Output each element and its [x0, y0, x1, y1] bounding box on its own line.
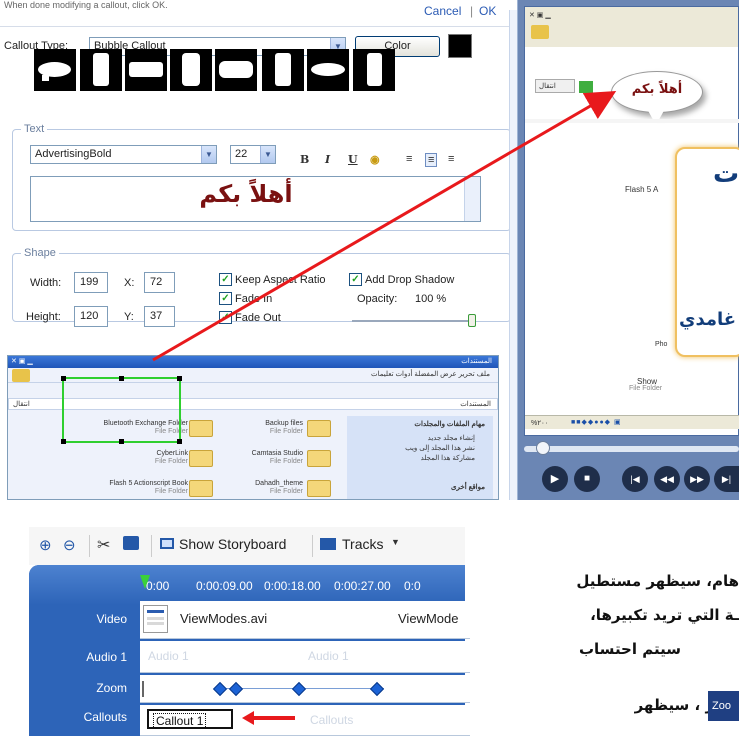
timecode: 0:00:27.00	[334, 579, 391, 593]
zoom-out-icon[interactable]: ⊖	[63, 536, 76, 554]
chevron-down-icon[interactable]: ▼	[391, 537, 400, 547]
timecode: 0:0	[404, 579, 421, 593]
zoom-keyframe[interactable]	[228, 681, 244, 697]
show-storyboard-button[interactable]: Show Storyboard	[179, 536, 286, 552]
video-track[interactable]: ViewModes.avi ViewMode	[140, 601, 470, 639]
callout-clip-label: Callout 1	[153, 713, 207, 729]
zoom-keyframe[interactable]	[369, 681, 385, 697]
tutorial-line-1: هام، سيظهر مستطيل	[576, 572, 739, 590]
storyboard-icon	[160, 538, 174, 549]
zoom-in-icon[interactable]: ⊕	[39, 536, 52, 554]
audio-ghost-label: Audio 1	[308, 649, 349, 663]
pointer-arrow	[152, 90, 617, 362]
extend-frame-icon[interactable]	[123, 536, 139, 550]
tutorial-text: هام، سيظهر مستطيل ـة التي تريد تكبيرها، …	[466, 560, 739, 736]
video-thumbnail-icon	[143, 605, 168, 633]
audio-track[interactable]: Audio 1 Audio 1	[140, 641, 470, 673]
timeline-toolbar: ⊕ ⊖ ✂ Show Storyboard Tracks ▼	[29, 527, 465, 565]
video-clip-name: ViewMode	[398, 611, 459, 626]
zoom-chip: Zoo	[708, 691, 739, 721]
timecode: 0:00:09.00	[196, 579, 253, 593]
tracks-button[interactable]: Tracks	[342, 536, 383, 552]
time-ruler: 0:00 0:00:09.00 0:00:18.00 0:00:27.00 0:…	[140, 579, 465, 593]
callout-pointer-arrow	[242, 711, 295, 725]
zoom-keyframe[interactable]	[291, 681, 307, 697]
track-label-zoom: Zoom	[96, 681, 127, 695]
audio-ghost-label: Audio 1	[148, 649, 189, 663]
tracks-icon	[320, 538, 336, 550]
split-icon[interactable]: ✂	[97, 535, 110, 555]
track-label-video: Video	[96, 612, 127, 626]
playhead[interactable]	[140, 575, 150, 589]
video-clip-name: ViewModes.avi	[180, 611, 268, 626]
zoom-keyframe[interactable]	[212, 681, 228, 697]
track-label-audio: Audio 1	[86, 650, 127, 664]
callouts-track[interactable]: Callout 1 Callouts	[140, 705, 470, 736]
tutorial-line-3: سيتم احتساب	[578, 640, 681, 658]
timecode: 0:00:18.00	[264, 579, 321, 593]
zoom-track[interactable]	[140, 675, 470, 703]
track-label-callouts: Callouts	[83, 710, 127, 724]
callouts-ghost-label: Callouts	[310, 713, 354, 727]
callout-clip[interactable]: Callout 1	[147, 709, 233, 729]
tutorial-line-2: ـة التي تريد تكبيرها،	[590, 606, 739, 624]
